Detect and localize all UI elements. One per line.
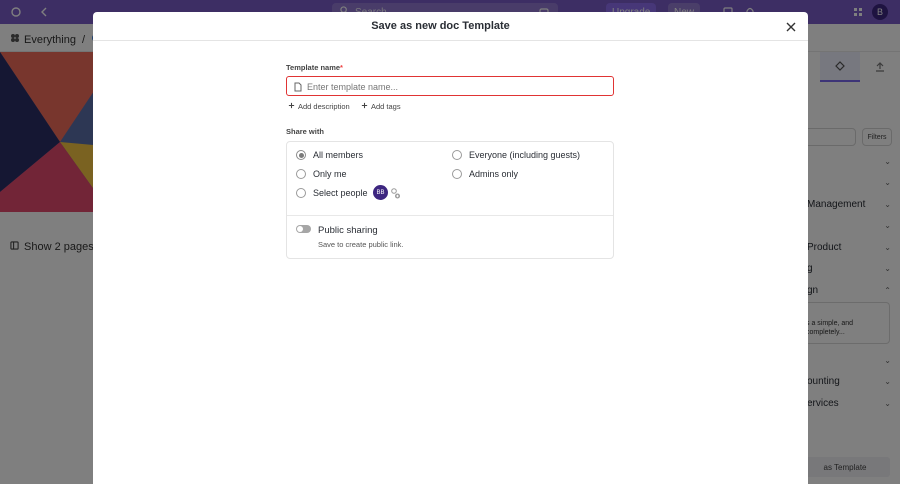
template-name-input[interactable] [307, 80, 607, 93]
add-tags-label: Add tags [371, 101, 401, 111]
radio-button[interactable] [452, 150, 462, 160]
radio-everyone[interactable]: Everyone (including guests) [452, 150, 580, 160]
save-template-modal: Save as new doc Template Template name* … [93, 12, 808, 484]
doc-icon [294, 81, 302, 95]
radio-label: Select people [313, 188, 368, 198]
radio-label: Everyone (including guests) [469, 150, 581, 160]
radio-only-me[interactable]: Only me [296, 169, 347, 179]
add-person-icon[interactable] [389, 187, 401, 199]
template-name-label: Template name* [286, 63, 343, 72]
required-mark: * [340, 63, 343, 72]
radio-all-members[interactable]: All members [296, 150, 363, 160]
plus-icon [361, 102, 368, 111]
person-avatar[interactable]: BB [373, 185, 388, 200]
template-name-label-text: Template name [286, 63, 341, 72]
public-sharing-title: Public sharing [318, 225, 378, 236]
add-description-button[interactable]: Add description [288, 101, 350, 111]
modal-header: Save as new doc Template [93, 12, 808, 41]
person-initials: BB [376, 189, 385, 196]
radio-button[interactable] [296, 188, 306, 198]
divider [287, 215, 613, 216]
share-options-box: All members Everyone (including guests) … [286, 141, 614, 259]
radio-label: All members [313, 150, 364, 160]
add-description-label: Add description [298, 101, 350, 111]
close-icon [786, 22, 796, 32]
share-with-label: Share with [286, 127, 324, 136]
radio-button[interactable] [452, 169, 462, 179]
modal-title: Save as new doc Template [371, 20, 510, 32]
public-sharing-description: Save to create public link. [318, 240, 404, 249]
add-tags-button[interactable]: Add tags [361, 101, 401, 111]
radio-label: Only me [313, 169, 347, 179]
plus-icon [288, 102, 295, 111]
close-button[interactable] [784, 20, 798, 34]
radio-button[interactable] [296, 150, 306, 160]
radio-admins-only[interactable]: Admins only [452, 169, 518, 179]
radio-select-people[interactable]: Select people [296, 188, 368, 198]
public-sharing-toggle[interactable] [296, 225, 311, 233]
template-name-field[interactable] [286, 76, 614, 96]
radio-button[interactable] [296, 169, 306, 179]
radio-label: Admins only [469, 169, 519, 179]
